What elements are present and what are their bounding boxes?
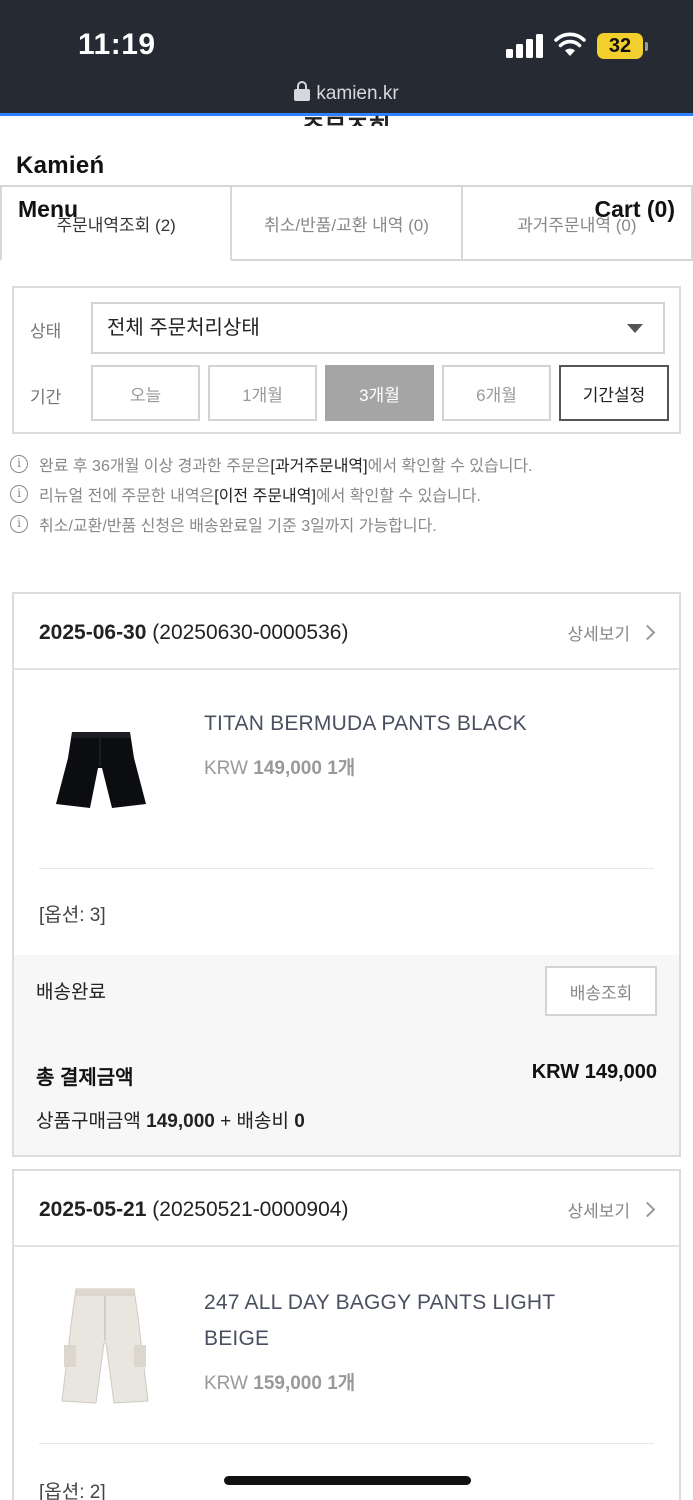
order-summary: 배송완료 배송조회 총 결제금액 KRW 149,000 상품구매금액 149,…	[14, 955, 679, 1155]
page-title: 주문조회	[0, 104, 693, 126]
product-name[interactable]: 247 ALL DAY BAGGY PANTS LIGHT BEIGE	[204, 1285, 555, 1357]
tab-cancel-return-exchange[interactable]: 취소/반품/교환 내역 (0)	[231, 185, 462, 261]
notice-previous-orders: i 리뉴얼 전에 주문한 내역은 [이전 주문내역] 에서 확인할 수 있습니다.	[10, 482, 481, 506]
order-number: (20250630-0000536)	[152, 621, 349, 644]
payment-breakdown: 상품구매금액 149,000 + 배송비 0	[36, 1111, 305, 1132]
product-option: [옵션: 2]	[39, 1482, 106, 1500]
url-text: kamien.kr	[316, 83, 399, 104]
period-6month-button[interactable]: 6개월	[442, 365, 551, 421]
order-card: 2025-05-21 (20250521-0000904) 상세보기 247 A…	[12, 1169, 681, 1500]
product-option: [옵션: 3]	[39, 905, 106, 926]
order-number: (20250521-0000904)	[152, 1198, 349, 1221]
url-bar[interactable]: kamien.kr	[0, 81, 693, 105]
order-detail-link[interactable]: 상세보기	[567, 1197, 656, 1222]
order-detail-link[interactable]: 상세보기	[567, 620, 656, 645]
chevron-right-icon	[639, 624, 656, 641]
product-name[interactable]: TITAN BERMUDA PANTS BLACK	[204, 706, 527, 742]
order-filter: 상태 전체 주문처리상태 기간 오늘 1개월 3개월 6개월 기간설정	[12, 286, 681, 434]
past-orders-link[interactable]: [과거주문내역]	[270, 452, 367, 476]
cellular-signal-icon	[506, 34, 544, 58]
chevron-down-icon	[627, 324, 643, 333]
period-today-button[interactable]: 오늘	[91, 365, 200, 421]
status-select[interactable]: 전체 주문처리상태	[91, 302, 665, 354]
lock-icon	[294, 81, 311, 101]
track-shipment-button[interactable]: 배송조회	[545, 966, 657, 1016]
total-payment-value: KRW 149,000	[531, 1061, 657, 1083]
cart-button[interactable]: Cart (0)	[594, 196, 675, 223]
clock: 11:19	[78, 28, 156, 61]
order-tabs: 주문내역조회 (2) 취소/반품/교환 내역 (0) 과거주문내역 (0)	[0, 185, 693, 261]
product-image-beige-shorts[interactable]	[50, 1283, 160, 1407]
order-date: 2025-06-30 (20250630-0000536)	[39, 621, 349, 644]
brand-logo[interactable]: Kamień	[16, 152, 105, 180]
order-product: TITAN BERMUDA PANTS BLACK KRW 149,000 1개…	[14, 670, 679, 955]
notice-cancel-policy: i 취소/교환/반품 신청은 배송완료일 기준 3일까지 가능합니다.	[10, 512, 437, 536]
status-select-value: 전체 주문처리상태	[107, 317, 260, 339]
info-icon: i	[10, 455, 28, 473]
status-bar: 11:19 32 kamien.kr	[0, 0, 693, 116]
product-price: KRW 159,000 1개	[204, 1373, 356, 1394]
previous-orders-link[interactable]: [이전 주문내역]	[214, 482, 316, 506]
divider	[39, 1443, 654, 1444]
notice-past-orders: i 완료 후 36개월 이상 경과한 주문은 [과거주문내역] 에서 확인할 수 …	[10, 452, 533, 476]
custom-period-button[interactable]: 기간설정	[559, 365, 669, 421]
order-date: 2025-05-21 (20250521-0000904)	[39, 1198, 349, 1221]
product-image-black-shorts[interactable]	[50, 718, 150, 818]
info-icon: i	[10, 485, 28, 503]
order-header: 2025-05-21 (20250521-0000904) 상세보기	[14, 1171, 679, 1247]
chevron-right-icon	[639, 1201, 656, 1218]
period-buttons: 오늘 1개월 3개월 6개월 기간설정	[91, 365, 669, 421]
wifi-icon	[554, 32, 586, 56]
order-header: 2025-06-30 (20250630-0000536) 상세보기	[14, 594, 679, 670]
order-card: 2025-06-30 (20250630-0000536) 상세보기 TITAN…	[12, 592, 681, 1157]
info-icon: i	[10, 515, 28, 533]
period-label: 기간	[30, 388, 62, 407]
divider	[39, 868, 654, 869]
battery-icon: 32	[597, 33, 648, 59]
status-label: 상태	[30, 322, 62, 341]
menu-button[interactable]: Menu	[18, 196, 78, 223]
order-product: 247 ALL DAY BAGGY PANTS LIGHT BEIGE KRW …	[14, 1247, 679, 1500]
period-1month-button[interactable]: 1개월	[208, 365, 317, 421]
delivery-status: 배송완료	[36, 982, 106, 1003]
total-payment-label: 총 결제금액	[36, 1067, 134, 1089]
period-3month-button[interactable]: 3개월	[325, 365, 434, 421]
product-price: KRW 149,000 1개	[204, 758, 356, 779]
home-indicator[interactable]	[224, 1476, 471, 1485]
